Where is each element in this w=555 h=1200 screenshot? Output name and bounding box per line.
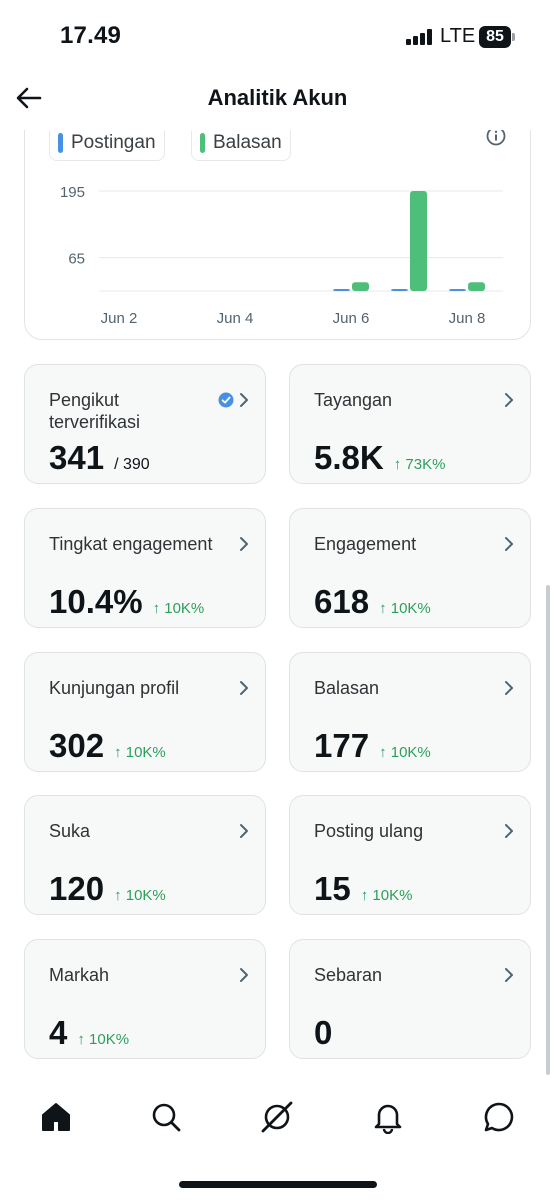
metric-value: 177 — [314, 727, 370, 764]
metric-value-row: 618 ↑ 10K% — [314, 583, 431, 621]
chevron-right-icon — [505, 968, 513, 982]
metric-value-row: 341 / 390 — [49, 439, 150, 477]
header: Analitik Akun — [0, 75, 555, 130]
metric-delta: ↑ 10K% — [379, 744, 431, 761]
chevron-right-icon — [240, 968, 248, 982]
metric-card[interactable]: Tayangan 5.8K ↑ 73K% — [289, 364, 531, 484]
metric-value: 302 — [49, 727, 105, 764]
bar-balasan — [410, 191, 427, 291]
chevron-right-icon — [505, 537, 513, 551]
bar-postingan — [391, 288, 408, 291]
chevron-right-icon — [240, 537, 248, 551]
metric-value: 5.8K — [314, 439, 384, 476]
bar-balasan — [468, 282, 485, 291]
signal-icon — [406, 29, 434, 45]
battery-icon: 85 — [479, 26, 511, 48]
metric-delta: ↑ 73K% — [393, 456, 446, 473]
metric-card[interactable]: Sebaran 0 — [289, 939, 531, 1059]
metric-card[interactable]: Suka 120 ↑ 10K% — [24, 795, 266, 915]
metric-value: 15 — [314, 870, 351, 907]
status-time: 17.49 — [60, 22, 122, 49]
metric-card[interactable]: Balasan 177 ↑ 10K% — [289, 652, 531, 772]
x-tick-label: Jun 8 — [449, 310, 486, 327]
scrollbar[interactable] — [546, 585, 550, 1075]
x-tick-label: Jun 6 — [333, 310, 370, 327]
metric-label: Sebaran — [314, 965, 383, 985]
chevron-right-icon — [240, 393, 248, 407]
metric-value-row: 177 ↑ 10K% — [314, 727, 431, 765]
metric-card[interactable]: Pengikut terverifikasi 341 / 390 — [24, 364, 266, 484]
metric-value-row: 15 ↑ 10K% — [314, 870, 412, 908]
metric-value: 10.4% — [49, 583, 143, 620]
metric-delta: ↑ 10K% — [114, 887, 166, 904]
bar-balasan — [352, 282, 369, 291]
metric-label: Kunjungan profil — [49, 678, 180, 698]
home-icon[interactable] — [39, 1100, 73, 1134]
metric-label: Tingkat engagement — [49, 534, 213, 554]
battery-nub — [512, 33, 515, 41]
metric-value: 341 — [49, 439, 105, 476]
notifications-icon[interactable] — [371, 1100, 405, 1134]
metric-label: Balasan — [314, 678, 380, 698]
metric-value: 120 — [49, 870, 105, 907]
bar-postingan — [449, 289, 466, 291]
metric-value-row: 10.4% ↑ 10K% — [49, 583, 204, 621]
metric-value: 0 — [314, 1014, 333, 1051]
metric-label: Suka — [49, 821, 91, 841]
chevron-right-icon — [505, 393, 513, 407]
x-tick-label: Jun 2 — [101, 310, 138, 327]
metric-value-row: 120 ↑ 10K% — [49, 870, 166, 908]
page-title: Analitik Akun — [207, 85, 348, 110]
chevron-right-icon — [505, 824, 513, 838]
y-tick-label: 65 — [68, 251, 85, 268]
status-bar: 17.49 LTE 85 — [0, 0, 555, 75]
metric-label: Engagement — [314, 534, 417, 554]
messages-icon[interactable] — [482, 1100, 516, 1134]
home-indicator — [179, 1181, 377, 1188]
metric-value-row: 302 ↑ 10K% — [49, 727, 166, 765]
y-tick-label: 195 — [60, 184, 85, 201]
metric-label: Markah — [49, 965, 110, 985]
grok-icon[interactable] — [260, 1100, 294, 1134]
metric-total: / 390 — [114, 456, 150, 473]
metric-delta: ↑ 10K% — [360, 887, 413, 904]
metric-label: Posting ulang — [314, 821, 424, 841]
metric-value-row: 4 ↑ 10K% — [49, 1014, 129, 1052]
bar-postingan — [333, 289, 350, 291]
metric-card[interactable]: Markah 4 ↑ 10K% — [24, 939, 266, 1059]
metric-delta: ↑ 10K% — [77, 1031, 130, 1048]
metric-card[interactable]: Engagement 618 ↑ 10K% — [289, 508, 531, 628]
chevron-right-icon — [240, 681, 248, 695]
metric-card[interactable]: Posting ulang 15 ↑ 10K% — [289, 795, 531, 915]
metric-value: 4 — [49, 1014, 68, 1051]
metric-value-row: 5.8K ↑ 73K% — [314, 439, 445, 477]
metric-delta: ↑ 10K% — [152, 600, 205, 617]
x-tick-label: Jun 4 — [217, 310, 254, 327]
chevron-right-icon — [240, 824, 248, 838]
network-type: LTE — [440, 25, 476, 47]
metric-card[interactable]: Tingkat engagement 10.4% ↑ 10K% — [24, 508, 266, 628]
metric-label: Tayangan — [314, 390, 393, 410]
metric-value: 618 — [314, 583, 370, 620]
metric-delta: ↑ 10K% — [114, 744, 166, 761]
verified-badge-icon — [218, 392, 234, 408]
metric-card[interactable]: Kunjungan profil 302 ↑ 10K% — [24, 652, 266, 772]
chart-card: Postingan Balasan 195 65 Jun 2 Jun 4 Jun 6 Ju… — [24, 110, 531, 340]
chevron-right-icon — [505, 681, 513, 695]
bar-chart: 195 65 Jun 2 Jun 4 Jun 6 Jun 8 — [60, 184, 503, 327]
metric-delta: ↑ 10K% — [379, 600, 431, 617]
metric-label: Pengikut terverifikasi — [49, 390, 141, 432]
metric-value-row: 0 — [314, 1014, 332, 1052]
search-icon[interactable] — [149, 1100, 183, 1134]
